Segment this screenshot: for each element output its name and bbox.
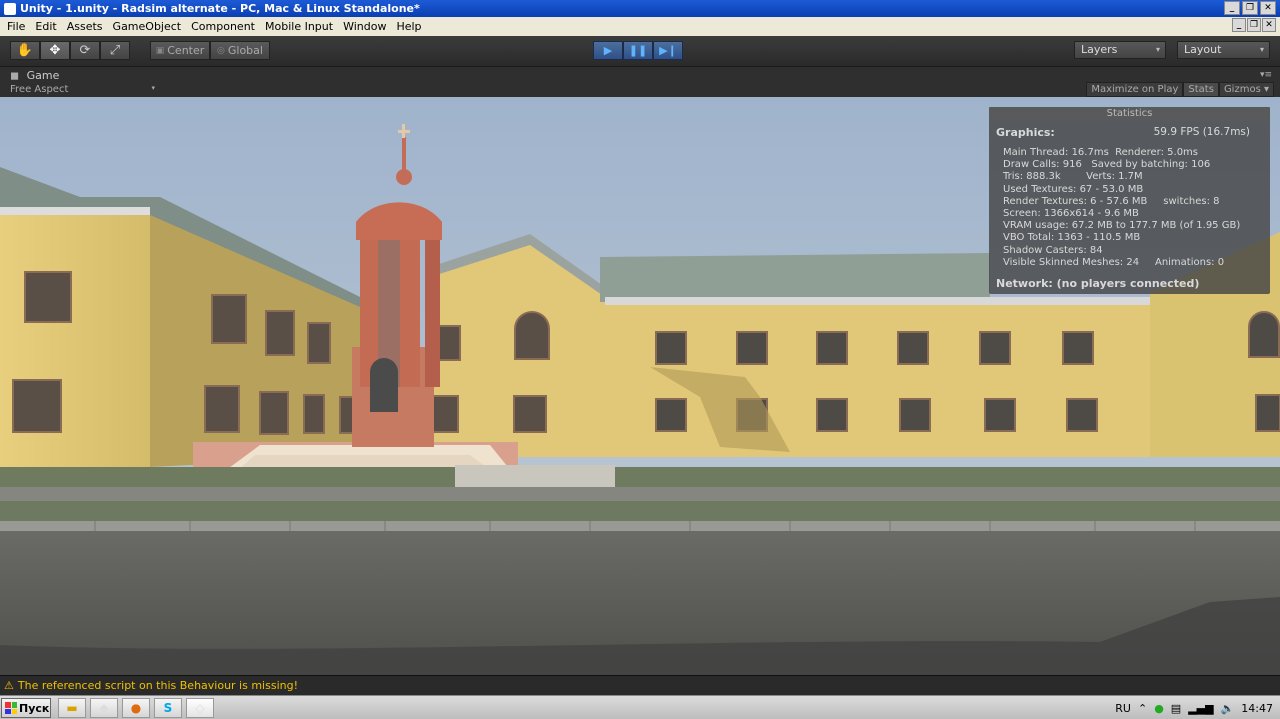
game-tab-label: Game: [26, 69, 60, 82]
move-arrows-icon: ✥: [49, 43, 61, 58]
pause-button[interactable]: ❚❚: [623, 41, 653, 60]
language-indicator[interactable]: RU: [1115, 702, 1131, 715]
toolbar: ✋ ✥ ⟳ ⤢ ▣ Center ◎ Global ▶ ❚❚ ▶❙ Layers…: [0, 36, 1280, 66]
stat-line: Tris: 888.3k Verts: 1.7M: [1003, 171, 1143, 183]
scale-icon: ⤢: [109, 43, 121, 58]
folder-icon: ▬: [66, 701, 78, 715]
stat-line: Used Textures: 67 - 53.0 MB: [1003, 183, 1144, 195]
gizmos-label: Gizmos: [1223, 84, 1261, 95]
console-status-bar[interactable]: ⚠ The referenced script on this Behaviou…: [0, 675, 1280, 695]
doc-close-button[interactable]: ✕: [1262, 18, 1276, 32]
global-label: Global: [227, 44, 263, 57]
explorer-taskbar-button[interactable]: ▬: [58, 698, 86, 718]
skype-icon: S: [163, 701, 173, 715]
console-message: The referenced script on this Behaviour …: [17, 679, 298, 692]
system-tray: RU ⌃ ● ▤ ▂▄▆ 🔈 14:47: [1115, 696, 1280, 719]
taskbar: Пуск ▬ ◆ ● S ◇ RU ⌃ ● ▤ ▂▄▆ 🔈 14:47: [0, 695, 1280, 719]
caret-down-icon: ▾: [1155, 45, 1160, 54]
tray-app-icon[interactable]: ●: [1154, 702, 1164, 715]
stat-line: Shadow Casters: 84: [1003, 244, 1103, 256]
menu-assets[interactable]: Assets: [62, 17, 108, 36]
step-icon: ▶❙: [659, 44, 677, 57]
play-button[interactable]: ▶: [593, 41, 623, 60]
network-icon[interactable]: ▤: [1171, 702, 1181, 715]
center-label: Center: [167, 44, 205, 57]
stats-toggle[interactable]: Stats: [1183, 82, 1219, 97]
windows-flag-icon: [5, 702, 17, 714]
unity-editor-taskbar-button[interactable]: ◇: [186, 698, 214, 718]
game-view-icon: ◼: [10, 69, 20, 82]
stat-line: Draw Calls: 916 Saved by batching: 106: [1003, 159, 1211, 171]
start-button[interactable]: Пуск: [1, 698, 51, 718]
firefox-icon: ●: [130, 701, 142, 715]
title-bar: Unity - 1.unity - Radsim alternate - PC,…: [0, 0, 1280, 17]
aspect-dropdown[interactable]: Free Aspect ▾: [10, 84, 155, 95]
unity-cube-icon: ◇: [195, 701, 205, 715]
network-status: Network: (no players connected): [996, 277, 1200, 290]
minimize-button[interactable]: _: [1224, 1, 1240, 15]
menu-bar: File Edit Assets GameObject Component Mo…: [0, 17, 1280, 36]
tray-expand-icon[interactable]: ⌃: [1138, 702, 1147, 715]
unity-taskbar-button[interactable]: ◆: [90, 698, 118, 718]
stat-line: Main Thread: 16.7ms Renderer: 5.0ms: [1003, 147, 1199, 158]
rotate-tool-button[interactable]: ⟳: [70, 41, 100, 60]
layout-label: Layout: [1184, 43, 1222, 56]
restore-button[interactable]: ❐: [1242, 1, 1258, 15]
step-button[interactable]: ▶❙: [653, 41, 683, 60]
pause-icon: ❚❚: [628, 44, 648, 57]
stat-line: Visible Skinned Meshes: 24 Animations: 0: [1003, 256, 1225, 268]
menu-edit[interactable]: Edit: [30, 17, 61, 36]
layers-dropdown[interactable]: Layers ▾: [1074, 41, 1166, 59]
firefox-taskbar-button[interactable]: ●: [122, 698, 150, 718]
unity-logo-icon: ◆: [99, 701, 109, 715]
warning-icon: ⚠: [4, 679, 14, 692]
move-tool-button[interactable]: ✥: [40, 41, 70, 60]
stat-line: VRAM usage: 67.2 MB to 177.7 MB (of 1.95…: [1003, 220, 1241, 232]
fps-readout: 59.9 FPS (16.7ms): [1153, 126, 1250, 138]
global-icon: ◎: [217, 45, 225, 56]
pivot-global-toggle[interactable]: ◎ Global: [210, 41, 270, 60]
stat-line: VBO Total: 1363 - 110.5 MB: [1003, 232, 1141, 244]
doc-restore-button[interactable]: ❐: [1247, 18, 1261, 32]
close-button[interactable]: ✕: [1260, 1, 1276, 15]
rotate-icon: ⟳: [79, 43, 91, 58]
menu-component[interactable]: Component: [186, 17, 260, 36]
start-label: Пуск: [19, 701, 50, 715]
menu-help[interactable]: Help: [391, 17, 426, 36]
hand-tool-button[interactable]: ✋: [10, 41, 40, 60]
menu-window[interactable]: Window: [338, 17, 391, 36]
skype-taskbar-button[interactable]: S: [154, 698, 182, 718]
window-title: Unity - 1.unity - Radsim alternate - PC,…: [20, 2, 420, 15]
caret-down-icon: ▾: [151, 84, 155, 92]
statistics-panel: Statistics Graphics: 59.9 FPS (16.7ms) M…: [989, 107, 1270, 294]
layers-label: Layers: [1081, 43, 1118, 56]
volume-icon[interactable]: 🔈: [1221, 702, 1235, 715]
play-icon: ▶: [603, 44, 613, 57]
unity-app-icon: [4, 2, 16, 15]
gizmos-dropdown[interactable]: Gizmos ▾: [1218, 82, 1274, 97]
game-view-header: ◼ Game ▾≡ Free Aspect ▾ Maximize on Play…: [0, 66, 1280, 97]
menu-file[interactable]: File: [2, 17, 30, 36]
tab-menu-icon[interactable]: ▾≡: [1260, 70, 1272, 80]
caret-down-icon: ▾: [1259, 45, 1264, 54]
pivot-center-toggle[interactable]: ▣ Center: [150, 41, 210, 60]
clock[interactable]: 14:47: [1241, 702, 1273, 715]
statistics-header: Statistics: [989, 107, 1270, 121]
center-icon: ▣: [155, 45, 165, 56]
stat-line: Render Textures: 6 - 57.6 MB switches: 8: [1003, 195, 1220, 207]
tab-game[interactable]: ◼ Game: [10, 69, 59, 82]
signal-icon[interactable]: ▂▄▆: [1188, 702, 1213, 715]
graphics-label: Graphics:: [996, 126, 1055, 139]
doc-minimize-button[interactable]: _: [1232, 18, 1246, 32]
layout-dropdown[interactable]: Layout ▾: [1177, 41, 1270, 59]
menu-mobile-input[interactable]: Mobile Input: [260, 17, 338, 36]
stat-line: Screen: 1366x614 - 9.6 MB: [1003, 208, 1139, 220]
scale-tool-button[interactable]: ⤢: [100, 41, 130, 60]
maximize-on-play-toggle[interactable]: Maximize on Play: [1086, 82, 1184, 97]
menu-gameobject[interactable]: GameObject: [108, 17, 187, 36]
aspect-label: Free Aspect: [10, 84, 69, 95]
hand-icon: ✋: [16, 43, 34, 58]
